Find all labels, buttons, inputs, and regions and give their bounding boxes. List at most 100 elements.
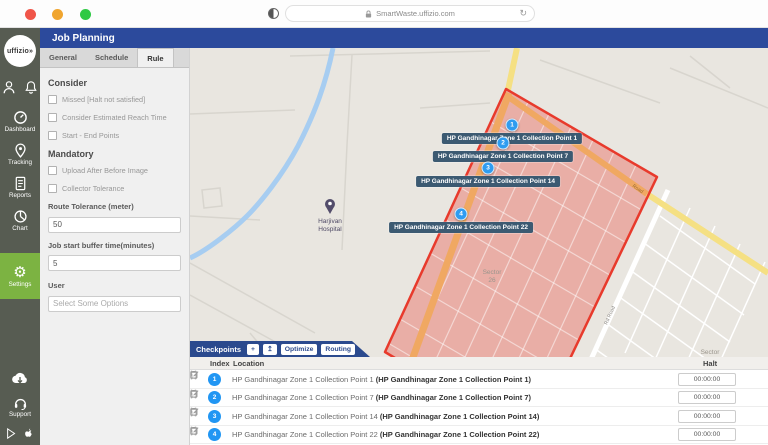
routing-button[interactable]: Routing — [321, 344, 355, 355]
sidebar-nav: Dashboard Tracking Reports — [0, 105, 40, 299]
user-label: User — [48, 281, 181, 290]
collection-point-label: HP Gandhinagar Zone 1 Collection Point 1… — [416, 176, 560, 187]
sidebar-item-reports[interactable]: Reports — [0, 171, 40, 204]
halt-time-input[interactable] — [678, 428, 736, 441]
column-location: Location — [233, 359, 264, 368]
uffizio-logo[interactable]: uffizio» — [4, 35, 36, 67]
map-container[interactable]: Harjivan Hospital Sector 26 Sector Rd Ro… — [190, 48, 768, 445]
hospital-label-line1: Harjivan — [318, 218, 342, 225]
checkbox-upload-image[interactable]: Upload After Before Image — [48, 166, 181, 175]
notifications-bell-icon[interactable] — [24, 80, 38, 95]
table-body: 1 HP Gandhinagar Zone 1 Collection Point… — [190, 370, 768, 444]
delete-icon[interactable] — [190, 407, 198, 416]
collection-point-marker[interactable]: 3 — [482, 162, 495, 175]
checkpoint-location: HP Gandhinagar Zone 1 Collection Point 7… — [232, 393, 531, 402]
checkpoint-index-badge: 3 — [208, 410, 221, 423]
checkbox-start-end-points[interactable]: Start - End Points — [48, 131, 181, 140]
table-header: Index Location Halt — [190, 357, 768, 370]
document-icon — [13, 176, 28, 191]
browser-chrome: SmartWaste.uffizio.com ↻ — [0, 0, 768, 28]
checkpoints-toolbar: Checkpoints + ↥ Optimize Routing — [190, 341, 370, 357]
sidebar-item-dashboard[interactable]: Dashboard — [0, 105, 40, 138]
hospital-label-line2: Hospital — [318, 226, 342, 233]
user-icon[interactable] — [2, 80, 16, 95]
sector-label-line1: Sector — [483, 269, 503, 276]
checkpoints-title: Checkpoints — [196, 345, 241, 354]
sidebar-item-chart[interactable]: Chart — [0, 204, 40, 237]
headset-icon — [13, 396, 28, 410]
sector-label-line2: 26 — [488, 277, 496, 284]
user-select-input[interactable] — [48, 296, 181, 312]
checkbox-icon[interactable] — [48, 95, 57, 104]
location-pin-icon — [13, 143, 28, 158]
checkbox-collector-tolerance[interactable]: Collector Tolerance — [48, 184, 181, 193]
google-play-icon[interactable] — [5, 427, 17, 440]
tab-bar: General Schedule Rule — [40, 48, 189, 68]
checkbox-icon[interactable] — [48, 113, 57, 122]
buffer-time-input[interactable] — [48, 255, 181, 271]
apple-icon[interactable] — [23, 427, 35, 440]
gear-icon: ⚙ — [13, 265, 26, 280]
sidebar-item-tracking[interactable]: Tracking — [0, 138, 40, 171]
optimize-button[interactable]: Optimize — [281, 344, 318, 355]
checkbox-missed[interactable]: Missed [Halt not satisfied] — [48, 95, 181, 104]
lock-icon — [365, 10, 372, 18]
table-row: 1 HP Gandhinagar Zone 1 Collection Point… — [190, 370, 768, 389]
sector-right-label: Sector — [701, 349, 721, 356]
checkpoint-index-badge: 1 — [208, 373, 221, 386]
route-tolerance-label: Route Tolerance (meter) — [48, 202, 181, 211]
collection-point-label: HP Gandhinagar Zone 1 Collection Point 1 — [442, 133, 582, 144]
sidebar-item-support[interactable]: Support — [0, 391, 40, 423]
collection-point-label: HP Gandhinagar Zone 1 Collection Point 7 — [433, 151, 573, 162]
delete-icon[interactable] — [190, 370, 198, 379]
collection-point-marker[interactable]: 1 — [506, 119, 519, 132]
checkbox-icon[interactable] — [48, 131, 57, 140]
checkbox-icon[interactable] — [48, 184, 57, 193]
shield-icon[interactable] — [268, 8, 279, 19]
app-window: SmartWaste.uffizio.com ↻ uffizio» — [0, 0, 768, 445]
delete-icon[interactable] — [190, 389, 198, 398]
halt-time-input[interactable] — [678, 373, 736, 386]
collection-point-marker[interactable]: 4 — [455, 208, 468, 221]
checkpoint-location: HP Gandhinagar Zone 1 Collection Point 1… — [232, 375, 531, 384]
halt-time-input[interactable] — [678, 391, 736, 404]
page-title: Job Planning — [52, 33, 115, 44]
delete-icon[interactable] — [190, 426, 198, 435]
collection-point-marker[interactable]: 2 — [497, 137, 510, 150]
column-index: Index — [210, 359, 230, 368]
column-halt: Halt — [703, 359, 717, 368]
address-bar[interactable]: SmartWaste.uffizio.com ↻ — [285, 5, 535, 22]
halt-time-input[interactable] — [678, 410, 736, 423]
checkbox-estimated-reach-time[interactable]: Consider Estimated Reach Time — [48, 113, 181, 122]
speedometer-icon — [13, 110, 28, 125]
tab-schedule[interactable]: Schedule — [86, 48, 137, 67]
cloud-download-icon[interactable] — [11, 371, 29, 385]
checkpoint-index-badge: 2 — [208, 391, 221, 404]
consider-heading: Consider — [48, 78, 181, 88]
sidebar-item-settings[interactable]: ⚙ Settings — [0, 253, 40, 299]
pie-chart-icon — [13, 209, 28, 224]
mandatory-heading: Mandatory — [48, 149, 181, 159]
refresh-icon[interactable]: ↻ — [519, 8, 527, 19]
tab-rule[interactable]: Rule — [137, 48, 173, 67]
buffer-time-label: Job start buffer time(minutes) — [48, 241, 181, 250]
upload-checkpoints-button[interactable]: ↥ — [263, 344, 277, 355]
table-row: 4 HP Gandhinagar Zone 1 Collection Point… — [190, 426, 768, 445]
settings-panel: General Schedule Rule Consider Missed [H… — [40, 48, 190, 445]
minimize-window-button[interactable] — [52, 9, 63, 20]
route-tolerance-input[interactable] — [48, 217, 181, 233]
checkpoints-table: Index Location Halt 1 HP Gandhinagar Zon… — [190, 357, 768, 445]
checkpoint-index-badge: 4 — [208, 428, 221, 441]
add-checkpoint-button[interactable]: + — [247, 344, 259, 355]
app-sidebar: uffizio» Dashboard — [0, 28, 40, 445]
tab-general[interactable]: General — [40, 48, 86, 67]
checkbox-icon[interactable] — [48, 166, 57, 175]
zoom-window-button[interactable] — [80, 9, 91, 20]
page-header: Job Planning — [40, 28, 768, 48]
close-window-button[interactable] — [25, 9, 36, 20]
table-row: 2 HP Gandhinagar Zone 1 Collection Point… — [190, 389, 768, 408]
collection-point-label: HP Gandhinagar Zone 1 Collection Point 2… — [389, 222, 533, 233]
url-text: SmartWaste.uffizio.com — [376, 9, 455, 18]
table-row: 3 HP Gandhinagar Zone 1 Collection Point… — [190, 407, 768, 426]
checkpoint-location: HP Gandhinagar Zone 1 Collection Point 1… — [232, 412, 539, 421]
